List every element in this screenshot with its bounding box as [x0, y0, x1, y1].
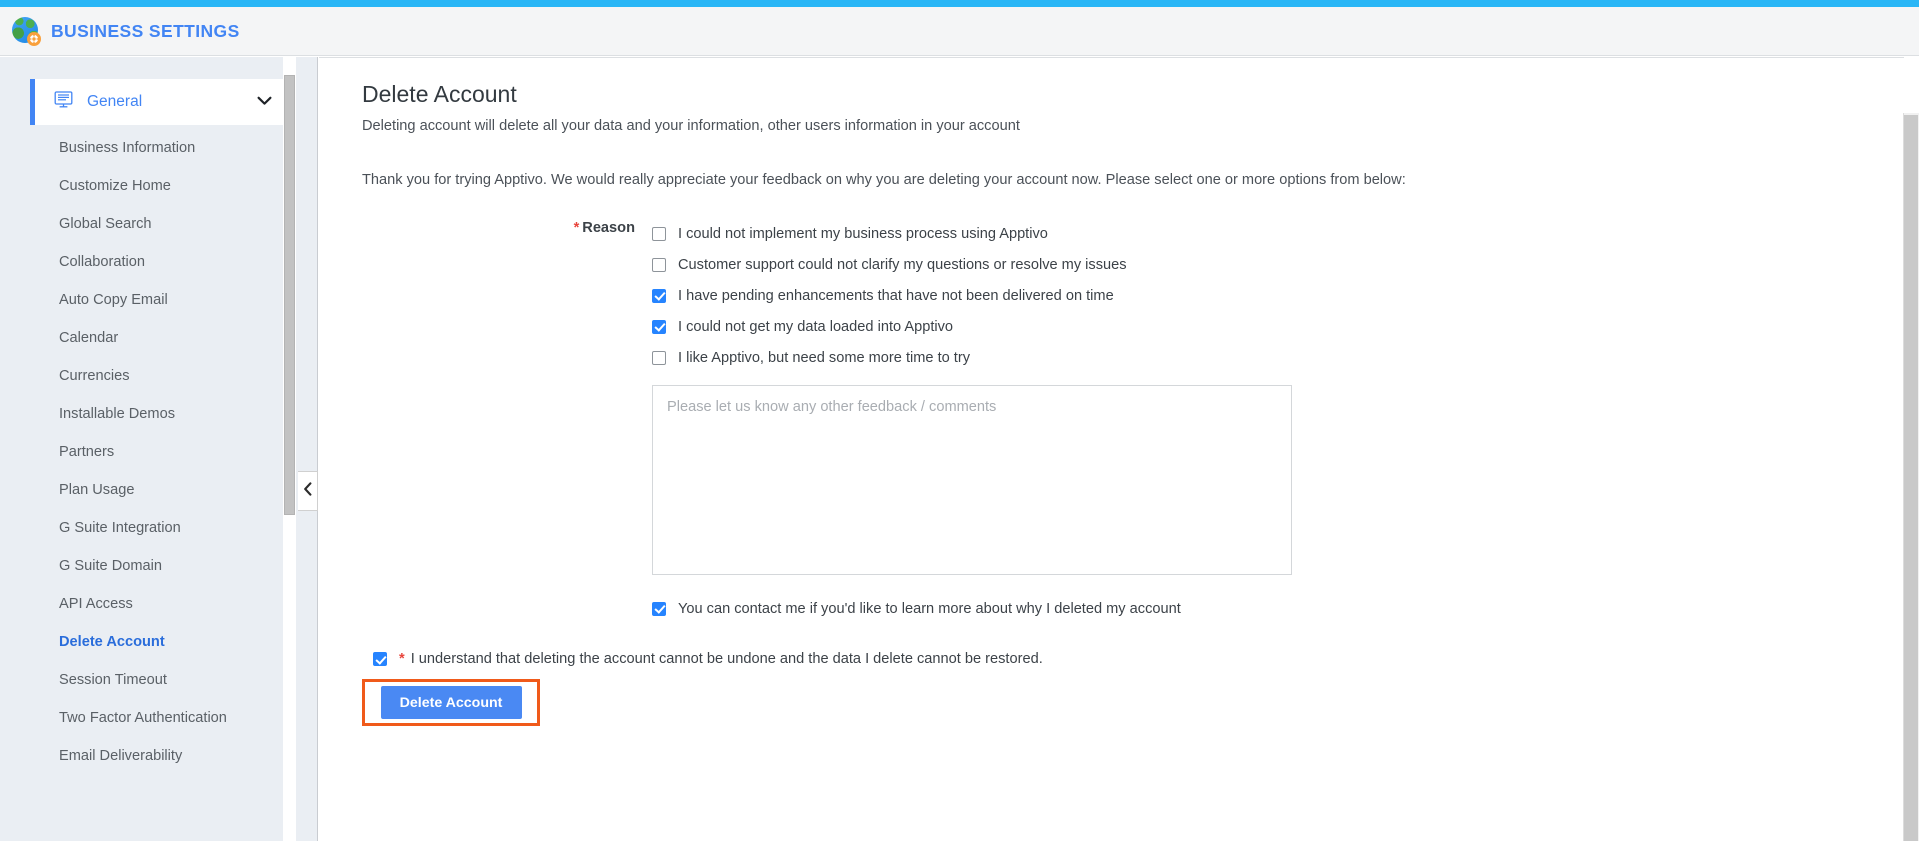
reason-option-checkbox[interactable] — [652, 319, 666, 334]
reason-option-label: I like Apptivo, but need some more time … — [678, 349, 971, 366]
reason-options: I could not implement my business proces… — [652, 218, 1904, 624]
app-header: BUSINESS SETTINGS — [0, 7, 1919, 56]
reason-label: * Reason — [362, 218, 652, 238]
understand-confirmation-row[interactable]: * I understand that deleting the account… — [373, 650, 1904, 668]
sidebar-item-list: Business Information Customize Home Global… — [30, 129, 288, 775]
contact-consent-label: You can contact me if you'd like to lear… — [678, 600, 1181, 617]
reason-field-row: * Reason I could not implement my busines… — [362, 218, 1904, 624]
sidebar-item-business-information[interactable]: Business Information — [30, 129, 288, 167]
reason-option-checkbox[interactable] — [652, 288, 666, 303]
sidebar-item-label: Installable Demos — [59, 406, 175, 422]
sidebar-item-g-suite-integration[interactable]: G Suite Integration — [30, 509, 288, 547]
reason-option-checkbox[interactable] — [652, 350, 666, 365]
reason-option-checkbox[interactable] — [652, 226, 666, 241]
sidebar-nav: General Business Information Customize Ho… — [30, 79, 288, 775]
contact-consent-checkbox[interactable] — [652, 601, 666, 616]
sidebar-scrollbar-thumb[interactable] — [284, 75, 295, 515]
sidebar-item-email-deliverability[interactable]: Email Deliverability — [30, 737, 288, 775]
section-subtitle: Deleting account will delete all your da… — [362, 118, 1020, 134]
content-wrapper: General Business Information Customize Ho… — [0, 57, 1919, 841]
sidebar-group-label: General — [87, 93, 143, 110]
reason-option-row[interactable]: I like Apptivo, but need some more time … — [652, 342, 1904, 373]
sidebar-item-delete-account[interactable]: Delete Account — [30, 623, 288, 661]
feedback-textarea[interactable] — [652, 385, 1292, 575]
sidebar-item-global-search[interactable]: Global Search — [30, 205, 288, 243]
sidebar-group-general[interactable]: General — [30, 79, 288, 125]
sidebar-item-label: Session Timeout — [59, 672, 167, 688]
sidebar-item-customize-home[interactable]: Customize Home — [30, 167, 288, 205]
reason-option-label: I have pending enhancements that have no… — [678, 287, 1114, 304]
contact-consent-row[interactable]: You can contact me if you'd like to lear… — [652, 593, 1904, 624]
sidebar-item-label: Partners — [59, 444, 115, 460]
sidebar-item-label: Two Factor Authentication — [59, 710, 227, 726]
sidebar-item-label: Currencies — [59, 368, 130, 384]
chevron-left-icon — [303, 481, 313, 501]
delete-account-highlight: Delete Account — [362, 679, 540, 726]
page-scrollbar-thumb[interactable] — [1904, 115, 1918, 841]
sidebar-item-label: Plan Usage — [59, 482, 135, 498]
reason-option-checkbox[interactable] — [652, 257, 666, 272]
sidebar-item-label: Email Deliverability — [59, 748, 183, 764]
main-panel: Delete Account Deleting account will del… — [319, 57, 1904, 841]
sidebar-item-g-suite-domain[interactable]: G Suite Domain — [30, 547, 288, 585]
sidebar-item-label: Customize Home — [59, 178, 171, 194]
reason-label-text: Reason — [582, 220, 635, 236]
delete-account-button[interactable]: Delete Account — [380, 686, 522, 719]
sidebar-item-installable-demos[interactable]: Installable Demos — [30, 395, 288, 433]
sidebar-collapse-button[interactable] — [298, 471, 318, 511]
sidebar-item-partners[interactable]: Partners — [30, 433, 288, 471]
section-intro: Thank you for trying Apptivo. We would r… — [362, 172, 1406, 188]
sidebar-item-label: Auto Copy Email — [59, 292, 168, 308]
reason-option-row[interactable]: I have pending enhancements that have no… — [652, 280, 1904, 311]
reason-option-row[interactable]: Customer support could not clarify my qu… — [652, 249, 1904, 280]
sidebar-item-label: Collaboration — [59, 254, 145, 270]
reason-option-label: I could not get my data loaded into Appt… — [678, 318, 954, 335]
gear-icon — [27, 32, 41, 46]
chevron-down-icon[interactable] — [257, 93, 272, 111]
reason-option-label: Customer support could not clarify my qu… — [678, 256, 1127, 273]
sidebar-item-label: Delete Account — [59, 634, 165, 650]
top-accent-bar — [0, 0, 1919, 7]
app-root: BUSINESS SETTINGS General Business Infor… — [0, 0, 1919, 841]
sidebar-item-api-access[interactable]: API Access — [30, 585, 288, 623]
globe-gear-icon — [12, 17, 41, 46]
sidebar-item-label: G Suite Domain — [59, 558, 163, 574]
reason-option-label: I could not implement my business proces… — [678, 225, 1048, 242]
sidebar-item-label: Business Information — [59, 140, 196, 156]
sidebar-item-session-timeout[interactable]: Session Timeout — [30, 661, 288, 699]
required-marker: * — [399, 651, 405, 667]
section-title: Delete Account — [362, 81, 517, 107]
reason-option-row[interactable]: I could not implement my business proces… — [652, 218, 1904, 249]
sidebar-item-label: G Suite Integration — [59, 520, 181, 536]
sidebar-item-label: API Access — [59, 596, 133, 612]
sidebar-item-auto-copy-email[interactable]: Auto Copy Email — [30, 281, 288, 319]
page-title: BUSINESS SETTINGS — [51, 20, 240, 41]
sidebar-item-calendar[interactable]: Calendar — [30, 319, 288, 357]
delete-account-form: * Reason I could not implement my busines… — [362, 218, 1904, 726]
reason-checkbox-list: I could not implement my business proces… — [652, 218, 1904, 373]
sidebar-item-plan-usage[interactable]: Plan Usage — [30, 471, 288, 509]
reason-option-row[interactable]: I could not get my data loaded into Appt… — [652, 311, 1904, 342]
understand-confirmation-checkbox[interactable] — [373, 652, 387, 666]
sidebar: General Business Information Customize Ho… — [0, 57, 318, 841]
monitor-icon — [54, 90, 73, 114]
sidebar-item-two-factor-authentication[interactable]: Two Factor Authentication — [30, 699, 288, 737]
sidebar-item-label: Calendar — [59, 330, 119, 346]
sidebar-item-currencies[interactable]: Currencies — [30, 357, 288, 395]
required-marker: * — [573, 220, 580, 236]
sidebar-item-collaboration[interactable]: Collaboration — [30, 243, 288, 281]
sidebar-item-label: Global Search — [59, 216, 152, 232]
understand-confirmation-label: I understand that deleting the account c… — [410, 651, 1043, 667]
